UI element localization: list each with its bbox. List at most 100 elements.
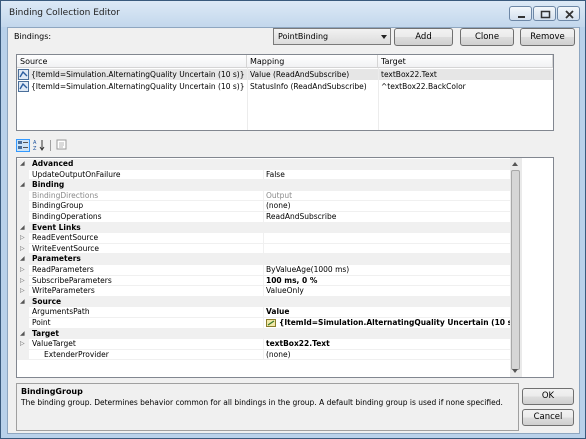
remove-button[interactable]: Remove bbox=[520, 28, 575, 46]
collapse-arrow-icon[interactable]: ◢ bbox=[20, 159, 25, 170]
cancel-button[interactable]: Cancel bbox=[522, 409, 574, 426]
property-category[interactable]: ◢ Event Links bbox=[17, 222, 510, 234]
property-pages-icon bbox=[56, 139, 67, 150]
property-name: BindingGroup bbox=[32, 201, 84, 211]
property-row[interactable]: ▷ ReadEventSource bbox=[17, 233, 510, 244]
property-value-text: (none) bbox=[266, 201, 291, 211]
bindings-label: Bindings: bbox=[14, 32, 52, 41]
property-category[interactable]: ◢ Advanced bbox=[17, 159, 510, 170]
property-grid-blank-area bbox=[522, 158, 553, 377]
property-category[interactable]: ◢ Source bbox=[17, 296, 510, 308]
expand-arrow-icon[interactable]: ▷ bbox=[20, 276, 25, 287]
binding-row[interactable]: {ItemId=Simulation.AlternatingQuality Un… bbox=[17, 69, 553, 80]
property-value[interactable]: ValueOnly bbox=[263, 286, 510, 296]
property-row[interactable]: ▷ ValueTarget textBox22.Text bbox=[17, 339, 510, 350]
property-value[interactable]: 100 ms, 0 % bbox=[263, 275, 510, 286]
title-bar[interactable]: Binding Collection Editor bbox=[1, 1, 585, 27]
column-header-mapping[interactable]: Mapping bbox=[247, 55, 378, 68]
property-name: WriteParameters bbox=[32, 286, 95, 296]
property-row[interactable]: BindingOperations ReadAndSubscribe bbox=[17, 212, 510, 223]
column-header-source[interactable]: Source bbox=[17, 55, 247, 68]
bindings-grid[interactable]: Source Mapping Target {ItemId=Simulation… bbox=[16, 54, 554, 131]
property-grid-scrollbar[interactable] bbox=[510, 158, 522, 377]
property-row[interactable]: ▷ SubscribeParameters 100 ms, 0 % bbox=[17, 275, 510, 287]
property-value[interactable]: textBox22.Text bbox=[263, 339, 510, 349]
binding-mapping-cell: StatusInfo (ReadAndSubscribe) bbox=[250, 82, 367, 91]
binding-mapping-cell: Value (ReadAndSubscribe) bbox=[250, 70, 350, 79]
property-value-text: False bbox=[266, 169, 285, 179]
expand-arrow-icon[interactable]: ▷ bbox=[20, 265, 25, 276]
close-button[interactable] bbox=[557, 6, 580, 21]
property-gutter bbox=[17, 190, 29, 201]
expand-arrow-icon[interactable]: ▷ bbox=[20, 244, 25, 255]
property-value[interactable] bbox=[263, 233, 510, 243]
add-button[interactable]: Add bbox=[394, 28, 453, 46]
column-divider bbox=[247, 68, 248, 130]
property-row[interactable]: ▷ WriteParameters ValueOnly bbox=[17, 286, 510, 297]
property-name: ArgumentsPath bbox=[32, 307, 90, 317]
maximize-button[interactable] bbox=[533, 6, 556, 21]
property-value[interactable]: ByValueAge(1000 ms) bbox=[263, 265, 510, 275]
property-name: ReadParameters bbox=[32, 265, 94, 274]
collapse-arrow-icon[interactable]: ◢ bbox=[20, 329, 25, 340]
sort-alphabetical-icon: A Z bbox=[33, 140, 45, 152]
property-gutter bbox=[17, 169, 29, 180]
svg-text:Z: Z bbox=[33, 146, 37, 151]
property-value-text: (none) bbox=[266, 349, 291, 359]
property-name: ValueTarget bbox=[32, 339, 76, 349]
collapse-arrow-icon[interactable]: ◢ bbox=[20, 297, 25, 308]
category-name: Binding bbox=[32, 180, 65, 190]
binding-type-select[interactable]: PointBinding bbox=[273, 28, 391, 45]
property-value[interactable]: (none) bbox=[263, 349, 510, 360]
collapse-arrow-icon[interactable]: ◢ bbox=[20, 254, 25, 265]
property-row[interactable]: UpdateOutputOnFailure False bbox=[17, 169, 510, 181]
property-value[interactable] bbox=[263, 243, 510, 254]
category-name: Event Links bbox=[32, 222, 81, 232]
property-value[interactable]: Output bbox=[263, 190, 510, 201]
property-row[interactable]: BindingDirections Output bbox=[17, 190, 510, 202]
expand-arrow-icon[interactable]: ▷ bbox=[20, 233, 25, 244]
expand-arrow-icon[interactable]: ▷ bbox=[20, 339, 25, 350]
binding-source-cell: {ItemId=Simulation.AlternatingQuality Un… bbox=[31, 82, 245, 91]
property-category[interactable]: ◢ Parameters bbox=[17, 254, 510, 265]
property-value[interactable]: Value bbox=[263, 307, 510, 317]
clone-button[interactable]: Clone bbox=[460, 28, 514, 46]
expand-arrow-icon[interactable]: ▷ bbox=[20, 286, 25, 297]
scroll-down-icon[interactable] bbox=[512, 369, 518, 373]
alphabetical-button[interactable]: A Z bbox=[33, 139, 47, 152]
binding-row[interactable]: {ItemId=Simulation.AlternatingQuality Un… bbox=[17, 81, 553, 92]
ok-button[interactable]: OK bbox=[522, 388, 574, 405]
minimize-button[interactable] bbox=[509, 6, 532, 21]
property-row[interactable]: ▷ WriteEventSource bbox=[17, 243, 510, 255]
point-binding-icon bbox=[18, 69, 29, 80]
property-row[interactable]: ExtenderProvider (none) bbox=[17, 349, 510, 361]
point-value-icon bbox=[266, 319, 276, 327]
binding-target-cell: ^textBox22.BackColor bbox=[381, 82, 466, 91]
categorized-button[interactable] bbox=[16, 139, 30, 152]
scroll-thumb[interactable] bbox=[511, 170, 520, 370]
maximize-icon bbox=[540, 10, 551, 19]
collapse-arrow-icon[interactable]: ◢ bbox=[20, 223, 25, 234]
property-category[interactable]: ◢ Target bbox=[17, 328, 510, 340]
property-value[interactable]: {ItemId=Simulation.AlternatingQuality Un… bbox=[263, 318, 510, 328]
property-category[interactable]: ◢ Binding bbox=[17, 180, 510, 191]
property-row[interactable]: ArgumentsPath Value bbox=[17, 307, 510, 318]
property-row[interactable]: ▷ ReadParameters ByValueAge(1000 ms) bbox=[17, 265, 510, 276]
property-name: UpdateOutputOnFailure bbox=[32, 169, 121, 179]
property-gutter bbox=[17, 318, 29, 328]
column-header-target[interactable]: Target bbox=[378, 55, 553, 68]
property-grid[interactable]: ◢ Advanced UpdateOutputOnFailure False ◢ Bind… bbox=[16, 157, 554, 378]
description-text: The binding group. Determines behavior c… bbox=[21, 398, 503, 407]
property-row[interactable]: BindingGroup (none) bbox=[17, 201, 510, 212]
property-value[interactable]: False bbox=[263, 169, 510, 180]
property-gutter bbox=[17, 201, 29, 211]
property-value[interactable]: (none) bbox=[263, 201, 510, 211]
property-pages-button[interactable] bbox=[56, 139, 70, 152]
collapse-arrow-icon[interactable]: ◢ bbox=[20, 180, 25, 191]
property-value[interactable]: ReadAndSubscribe bbox=[263, 212, 510, 222]
property-value-text: ByValueAge(1000 ms) bbox=[266, 265, 350, 274]
property-row[interactable]: Point {ItemId=Simulation.AlternatingQuali… bbox=[17, 318, 510, 329]
dialog-client: Bindings: PointBinding Add Clone Remove … bbox=[7, 27, 580, 434]
scroll-up-icon[interactable] bbox=[512, 162, 518, 166]
binding-type-value: PointBinding bbox=[278, 32, 329, 41]
